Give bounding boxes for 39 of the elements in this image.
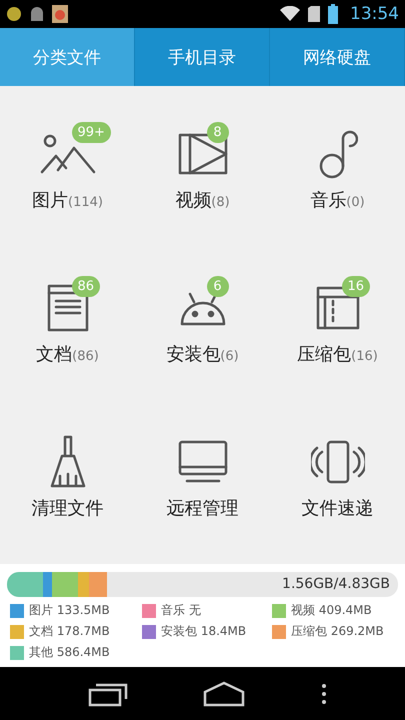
count-badge: 8 [206, 122, 228, 143]
notification-icon [6, 6, 22, 22]
category-label: 音乐 [310, 189, 346, 212]
category-label: 远程管理 [166, 497, 238, 520]
category-label: 压缩包 [297, 343, 352, 366]
category-label: 图片 [32, 189, 68, 212]
category-label: 文档 [36, 343, 72, 366]
category-count: (114) [68, 195, 103, 210]
count-badge: 16 [342, 276, 370, 297]
category-label: 清理文件 [32, 497, 104, 520]
sim-icon [308, 6, 320, 22]
legend-label: 文档 178.7MB [29, 623, 110, 640]
menu-icon[interactable] [321, 682, 328, 704]
battery-icon [328, 4, 338, 24]
clock: 13:54 [350, 4, 399, 24]
legend-label: 压缩包 269.2MB [291, 623, 384, 640]
storage-usage: 1.56GB/4.83GB [282, 576, 390, 592]
category-count: (86) [72, 349, 99, 364]
tab[interactable]: 分类文件 [0, 28, 135, 86]
category-count: (6) [220, 349, 239, 364]
category-count: (0) [346, 195, 365, 210]
count-badge: 86 [72, 276, 100, 297]
category-label: 视频 [175, 189, 212, 212]
category-label: 文件速递 [302, 497, 374, 520]
music-note-icon [318, 128, 358, 180]
app-notification-icon [52, 5, 68, 23]
legend-label: 其他 586.4MB [29, 644, 110, 661]
home-icon[interactable] [203, 680, 246, 706]
legend-label: 音乐 无 [161, 602, 201, 619]
category-label: 安装包 [166, 343, 220, 366]
legend-label: 视频 409.4MB [291, 602, 372, 619]
count-badge: 99+ [72, 122, 111, 143]
wifi-icon [280, 6, 300, 22]
category-count: (8) [211, 195, 230, 210]
monitor-icon [176, 439, 228, 485]
legend-label: 图片 133.5MB [29, 602, 110, 619]
count-badge: 6 [206, 276, 228, 297]
legend-label: 安装包 18.4MB [161, 623, 246, 640]
category-count: (16) [351, 349, 378, 364]
